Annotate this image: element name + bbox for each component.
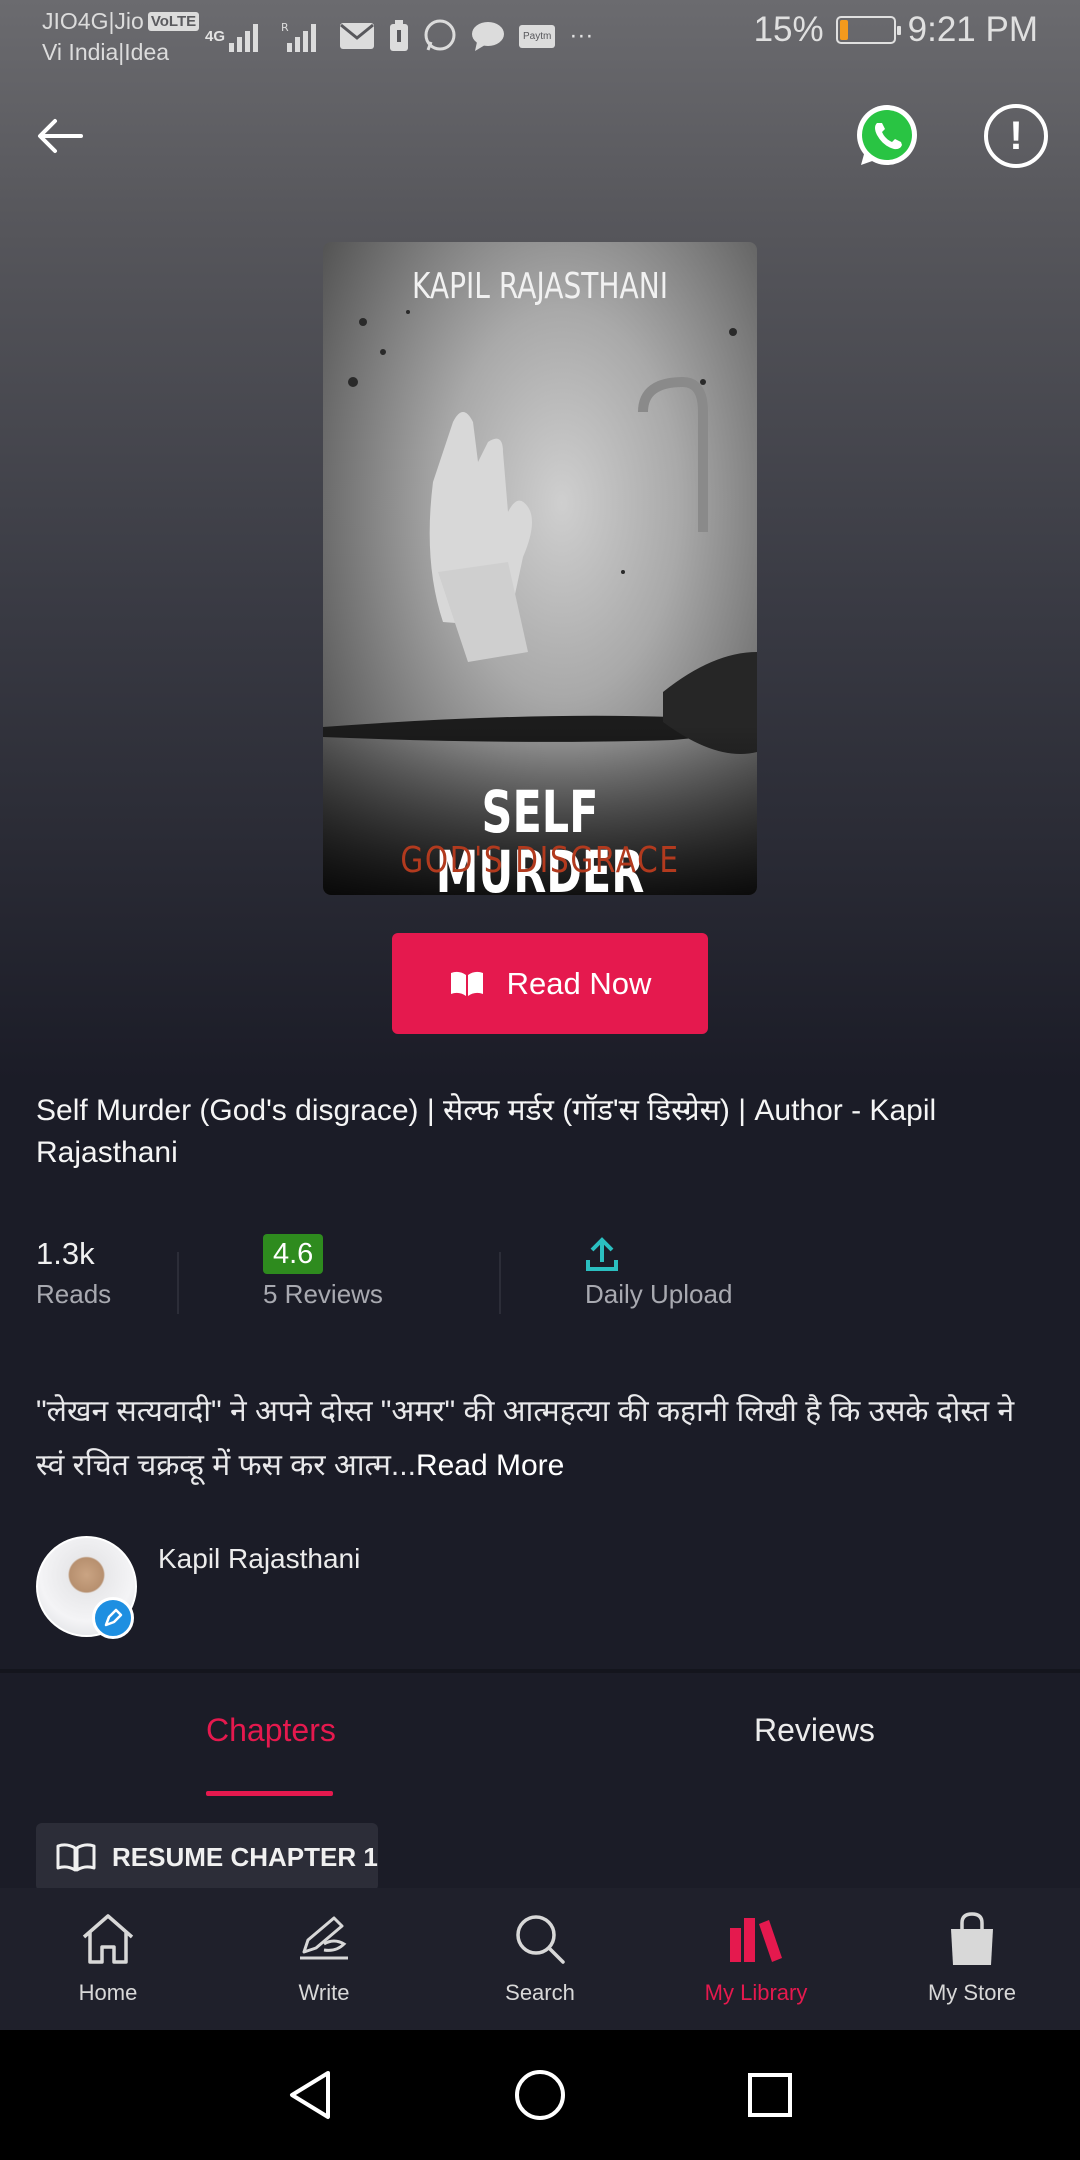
upload-icon [586,1237,618,1271]
home-icon [79,1908,137,1970]
read-now-button[interactable]: Read Now [392,933,708,1034]
system-home-button[interactable] [500,2030,580,2160]
tab-active-indicator [206,1791,333,1796]
author-writer-badge [92,1597,134,1639]
message-icon [471,20,505,52]
system-navigation-bar [0,2030,1080,2160]
nav-store-label: My Store [927,1980,1017,2005]
bottom-navigation: Home Write Search My Library My Store [0,1888,1080,2030]
nav-home[interactable]: Home [0,1888,216,2030]
shopping-bag-icon [947,1908,997,1970]
back-arrow-icon [38,119,83,153]
rating-badge: 4.6 [263,1234,324,1274]
carrier-info: JIO4G|Jio VoLTE Vi India|Idea [42,6,200,68]
pen-icon [104,1608,123,1627]
stat-divider [177,1252,179,1314]
whatsapp-notification-icon [423,19,457,53]
author-name[interactable]: Kapil Rajasthani [158,1543,360,1575]
synopsis: "लेखन सत्यवादी" ने अपने दोस्त "अमर" की आ… [36,1385,1046,1493]
reviews-count: 5 Reviews [263,1279,383,1309]
read-now-label: Read Now [506,965,652,1001]
svg-text:R: R [281,21,289,34]
book-cover: KAPIL RAJASTHANI SELF MURDER GOD'S DISGR… [323,242,757,895]
book-title: Self Murder (God's disgrace) | सेल्फ मर्… [36,1094,937,1169]
search-icon [513,1908,567,1970]
resume-label: RESUME CHAPTER 1 [112,1841,378,1872]
paytm-icon: Paytm [519,24,556,48]
report-button[interactable]: ! [984,104,1048,168]
upload-row [585,1232,732,1276]
signal-roaming-icon: R [281,19,325,53]
circle-home-icon [515,2070,565,2120]
more-notifications-icon: ··· [569,22,594,49]
whatsapp-share-button[interactable] [852,101,922,171]
library-icon [728,1908,784,1970]
nav-write-label: Write [298,1980,350,2005]
nav-home-label: Home [78,1980,138,2005]
volte-badge: VoLTE [147,12,200,31]
upload-label: Daily Upload [585,1279,733,1309]
nav-library-label: My Library [704,1980,808,2005]
tab-reviews[interactable]: Reviews [754,1712,875,1749]
nav-my-library[interactable]: My Library [648,1888,864,2030]
status-bar: JIO4G|Jio VoLTE Vi India|Idea 4G R Paytm … [0,0,1080,76]
whatsapp-icon [857,105,917,165]
reads-label: Reads [36,1279,112,1309]
nav-search[interactable]: Search [432,1888,648,2030]
status-right: 15% 9:21 PM [754,10,1038,50]
cover-author: KAPIL RAJASTHANI [411,266,669,307]
cover-subtitle: GOD'S DISGRACE [400,840,680,881]
battery-icon [835,16,901,44]
open-book-icon [56,1843,96,1872]
nav-write[interactable]: Write [216,1888,432,2030]
system-back-button[interactable] [270,2030,350,2160]
battery-saver-icon [389,20,409,52]
status-icons: 4G R Paytm ··· [205,14,593,58]
section-divider [0,1669,1080,1673]
reads-stat: 1.3k Reads [36,1232,111,1312]
rating-stat[interactable]: 4.6 5 Reviews [263,1232,383,1312]
carrier-1: JIO4G|Jio [42,8,144,34]
nav-search-label: Search [505,1980,575,2005]
triangle-back-icon [290,2071,330,2119]
mail-icon [339,22,375,50]
alert-icon: ! [1009,114,1023,158]
write-icon [294,1908,354,1970]
system-recents-button[interactable] [730,2030,810,2160]
back-button[interactable] [34,110,86,162]
network-type: 4G [205,27,226,45]
reads-count: 1.3k [36,1236,95,1271]
carrier-2: Vi India|Idea [42,39,170,65]
open-book-icon [450,971,483,996]
clock: 9:21 PM [907,10,1038,49]
square-recents-icon [748,2073,792,2117]
stat-divider [499,1252,501,1314]
read-more-link[interactable]: Read More [416,1449,564,1482]
resume-chapter-button[interactable]: RESUME CHAPTER 1 [36,1823,378,1891]
nav-my-store[interactable]: My Store [864,1888,1080,2030]
tab-chapters[interactable]: Chapters [206,1712,336,1749]
rating-row: 4.6 [263,1232,383,1276]
battery-level [839,20,848,40]
battery-percent: 15% [753,10,824,49]
upload-stat: Daily Upload [585,1232,732,1312]
signal-icon: 4G [205,19,267,53]
paytm-label: Paytm [519,24,556,48]
